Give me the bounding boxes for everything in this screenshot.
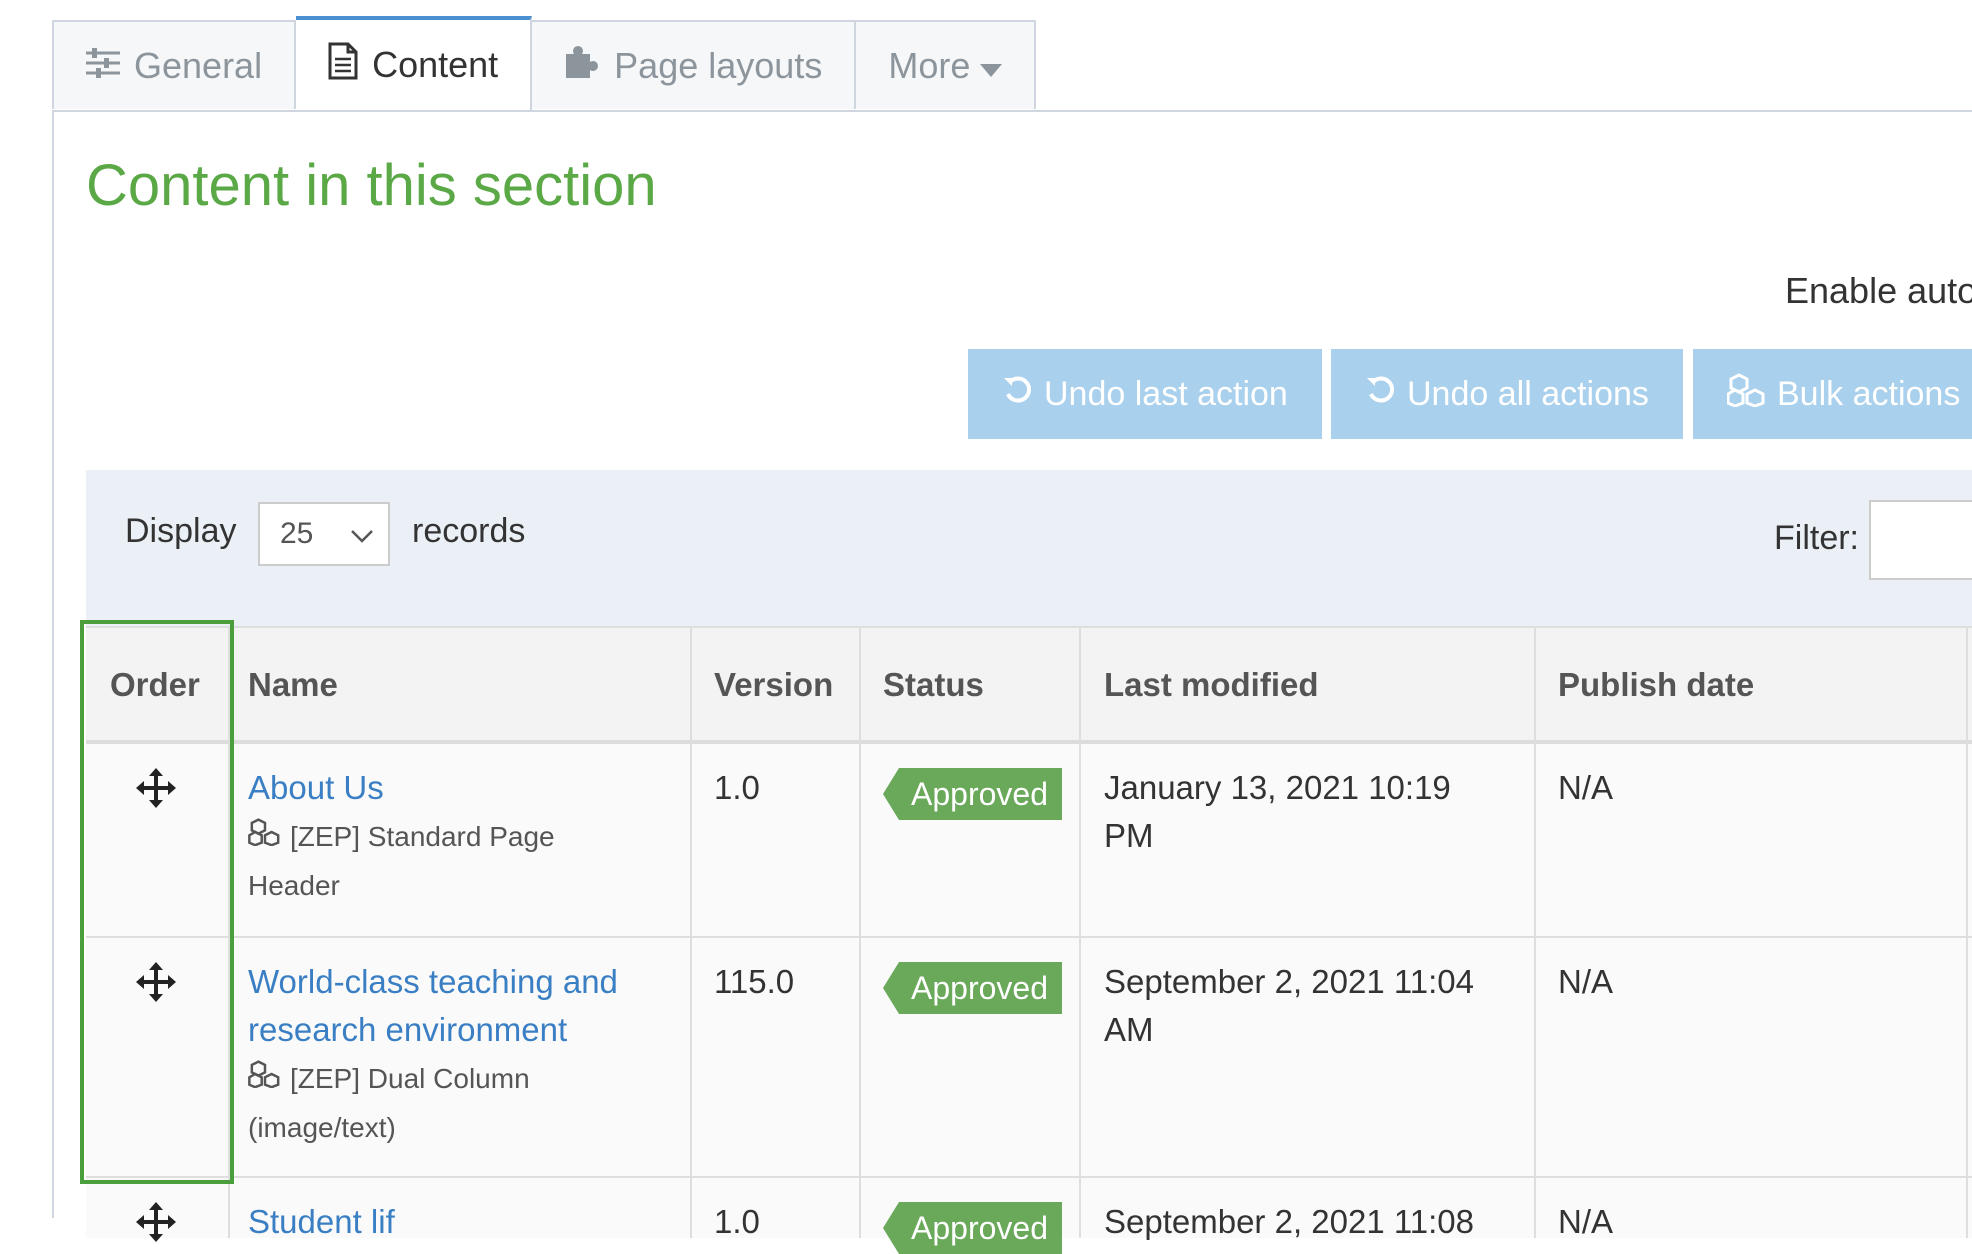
- content-item-link[interactable]: World-class teaching and: [248, 958, 618, 1006]
- tab-content[interactable]: Content: [296, 16, 533, 110]
- last-modified-cell: January 13, 2021 10:19 PM: [1104, 769, 1451, 854]
- publish-date-cell: N/A: [1558, 769, 1614, 806]
- column-header-status[interactable]: Status: [883, 628, 984, 742]
- column-divider: [228, 626, 230, 1238]
- enable-auto-label: Enable auto: [1785, 270, 1972, 311]
- last-modified-cell: September 2, 2021 11:04 AM: [1104, 963, 1474, 1048]
- undo-last-action-button[interactable]: Undo last action: [968, 349, 1322, 439]
- page-title: Content in this section: [86, 153, 657, 218]
- column-divider: [1966, 626, 1968, 1238]
- content-type-label-cont: (image/text): [248, 1112, 396, 1143]
- undo-icon: [1365, 374, 1397, 415]
- records-label: records: [412, 512, 526, 550]
- content-item-link[interactable]: Student lif: [248, 1198, 395, 1246]
- display-label: Display: [125, 512, 237, 550]
- table-row: World-class teaching and research enviro…: [86, 938, 1972, 1178]
- content-item-link[interactable]: About Us: [248, 764, 555, 812]
- column-divider: [1079, 626, 1081, 1238]
- last-modified-cell: September 2, 2021 11:08: [1104, 1203, 1474, 1240]
- column-header-order[interactable]: Order: [110, 628, 200, 742]
- version-cell: 115.0: [714, 963, 795, 1000]
- table-header: Order Name Version Status Last modified …: [86, 626, 1972, 744]
- column-divider: [690, 626, 692, 1238]
- records-per-page-select[interactable]: 25: [258, 502, 390, 566]
- panel-border: [52, 110, 54, 1218]
- document-icon: [328, 42, 358, 89]
- tab-general[interactable]: General: [52, 20, 297, 109]
- puzzle-icon: [564, 44, 600, 87]
- caret-down-icon: [980, 45, 1003, 87]
- version-cell: 1.0: [714, 1203, 760, 1240]
- bulk-actions-button[interactable]: Bulk actions: [1693, 349, 1972, 439]
- filter-input[interactable]: [1869, 500, 1972, 580]
- content-type-label-cont: Header: [248, 870, 340, 901]
- tab-label: General: [134, 44, 263, 86]
- cubes-icon: [1726, 372, 1767, 416]
- tab-more[interactable]: More: [856, 20, 1037, 109]
- tab-page-layouts[interactable]: Page layouts: [532, 20, 857, 109]
- content-type-label: [ZEP] Dual Column: [248, 1054, 618, 1103]
- content-item-link-cont[interactable]: research environment: [248, 1006, 618, 1054]
- column-header-publish-date[interactable]: Publish date: [1558, 628, 1754, 742]
- chevron-down-icon: [350, 522, 374, 550]
- cubes-icon: [248, 818, 282, 852]
- tab-label: Content: [372, 44, 499, 85]
- status-badge: Approved: [883, 1202, 1062, 1254]
- tab-label: More: [888, 44, 971, 86]
- filter-label: Filter:: [1774, 519, 1859, 557]
- cubes-icon: [248, 1060, 282, 1094]
- column-header-version[interactable]: Version: [714, 628, 833, 742]
- sliders-icon: [86, 45, 120, 87]
- content-type-label: [ZEP] Standard Page: [248, 812, 555, 861]
- publish-date-cell: N/A: [1558, 963, 1614, 1000]
- table-row: About Us [ZEP] Standard Page Header 1.0 …: [86, 744, 1972, 938]
- tab-label: Page layouts: [614, 44, 823, 86]
- column-divider: [859, 626, 861, 1238]
- column-header-last-modified[interactable]: Last modified: [1104, 628, 1319, 742]
- version-cell: 1.0: [714, 769, 760, 806]
- column-divider: [1534, 626, 1536, 1238]
- undo-all-actions-button[interactable]: Undo all actions: [1331, 349, 1683, 439]
- publish-date-cell: N/A: [1558, 1203, 1614, 1240]
- drag-handle-icon[interactable]: [136, 1202, 176, 1252]
- status-badge: Approved: [883, 962, 1062, 1014]
- status-badge: Approved: [883, 768, 1062, 820]
- drag-handle-icon[interactable]: [136, 768, 176, 818]
- tab-bar: General Content Page layouts More: [52, 16, 1037, 112]
- column-header-name[interactable]: Name: [248, 628, 338, 742]
- drag-handle-icon[interactable]: [136, 962, 176, 1012]
- undo-icon: [1002, 374, 1034, 415]
- table-row: Student lif 1.0 Approved September 2, 20…: [86, 1178, 1972, 1254]
